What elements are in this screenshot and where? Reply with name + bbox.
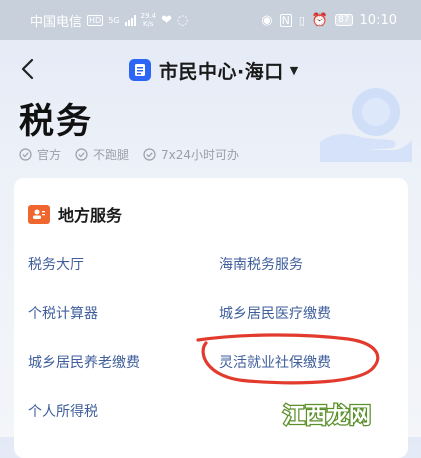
status-bar: 中国电信 HD 5G 29.4 K/s ❤ ◌ ◉ N ▯ ⏰ 87 10:10 [0, 0, 421, 40]
app-logo-icon [129, 59, 151, 81]
nfc-icon: N [279, 13, 292, 27]
tag-label: 官方 [37, 148, 62, 162]
service-medical-payment[interactable]: 城乡居民医疗缴费 [219, 303, 331, 323]
service-tax-hall[interactable]: 税务大厅 [28, 254, 84, 274]
vibrate-icon: ▯ [298, 13, 305, 27]
check-circle-icon [143, 148, 156, 161]
heart-icon: ❤ [161, 12, 172, 28]
check-circle-icon [19, 148, 32, 161]
watermark-logo: 江西龙网 [279, 397, 415, 431]
net-speed-unit: K/s [142, 20, 154, 28]
city-selector[interactable]: 市民中心·海口 ▼ [129, 55, 298, 85]
chat-icon: ◌ [177, 12, 189, 28]
chevron-left-icon [21, 58, 34, 80]
net-speed-value: 29.4 [140, 12, 157, 20]
carrier-name: 中国电信 [30, 14, 83, 30]
service-personal-income-tax[interactable]: 个人所得税 [28, 401, 98, 421]
tag-official: 官方 [19, 146, 61, 163]
signal-icon [124, 14, 136, 26]
check-circle-icon [75, 148, 88, 161]
clock: 10:10 [359, 12, 397, 28]
card-title: 地方服务 [58, 206, 123, 225]
card-header: 地方服务 [28, 202, 122, 226]
page-title: 税务 [19, 102, 94, 142]
alarm-icon: ⏰ [311, 12, 329, 28]
service-pension-payment[interactable]: 城乡居民养老缴费 [28, 352, 140, 372]
service-flexible-social-insurance[interactable]: 灵活就业社保缴费 [219, 352, 331, 372]
service-icon [28, 204, 50, 224]
status-left: 中国电信 HD 5G 29.4 K/s ❤ ◌ [30, 11, 188, 30]
tag-24h: 7x24小时可办 [143, 146, 239, 163]
hd-badge: HD [87, 14, 104, 26]
network-type: 5G [108, 15, 120, 25]
service-tags: 官方 不跑腿 7x24小时可办 [19, 146, 239, 163]
tag-no-errands: 不跑腿 [75, 146, 129, 163]
net-speed: 29.4 K/s [141, 12, 157, 28]
eye-icon: ◉ [261, 12, 273, 28]
city-name: 市民中心·海口 [159, 60, 284, 83]
tag-label: 7x24小时可办 [161, 148, 240, 162]
battery-icon: 87 [335, 14, 353, 26]
hand-coin-illustration [320, 88, 412, 162]
service-tax-calculator[interactable]: 个税计算器 [28, 303, 98, 323]
caret-down-icon: ▼ [289, 63, 299, 77]
back-button[interactable] [14, 54, 40, 84]
status-right: ◉ N ▯ ⏰ 87 10:10 [261, 13, 397, 28]
service-hainan-tax[interactable]: 海南税务服务 [219, 254, 303, 274]
tag-label: 不跑腿 [93, 148, 130, 162]
svg-text:江西龙网: 江西龙网 [283, 404, 371, 429]
